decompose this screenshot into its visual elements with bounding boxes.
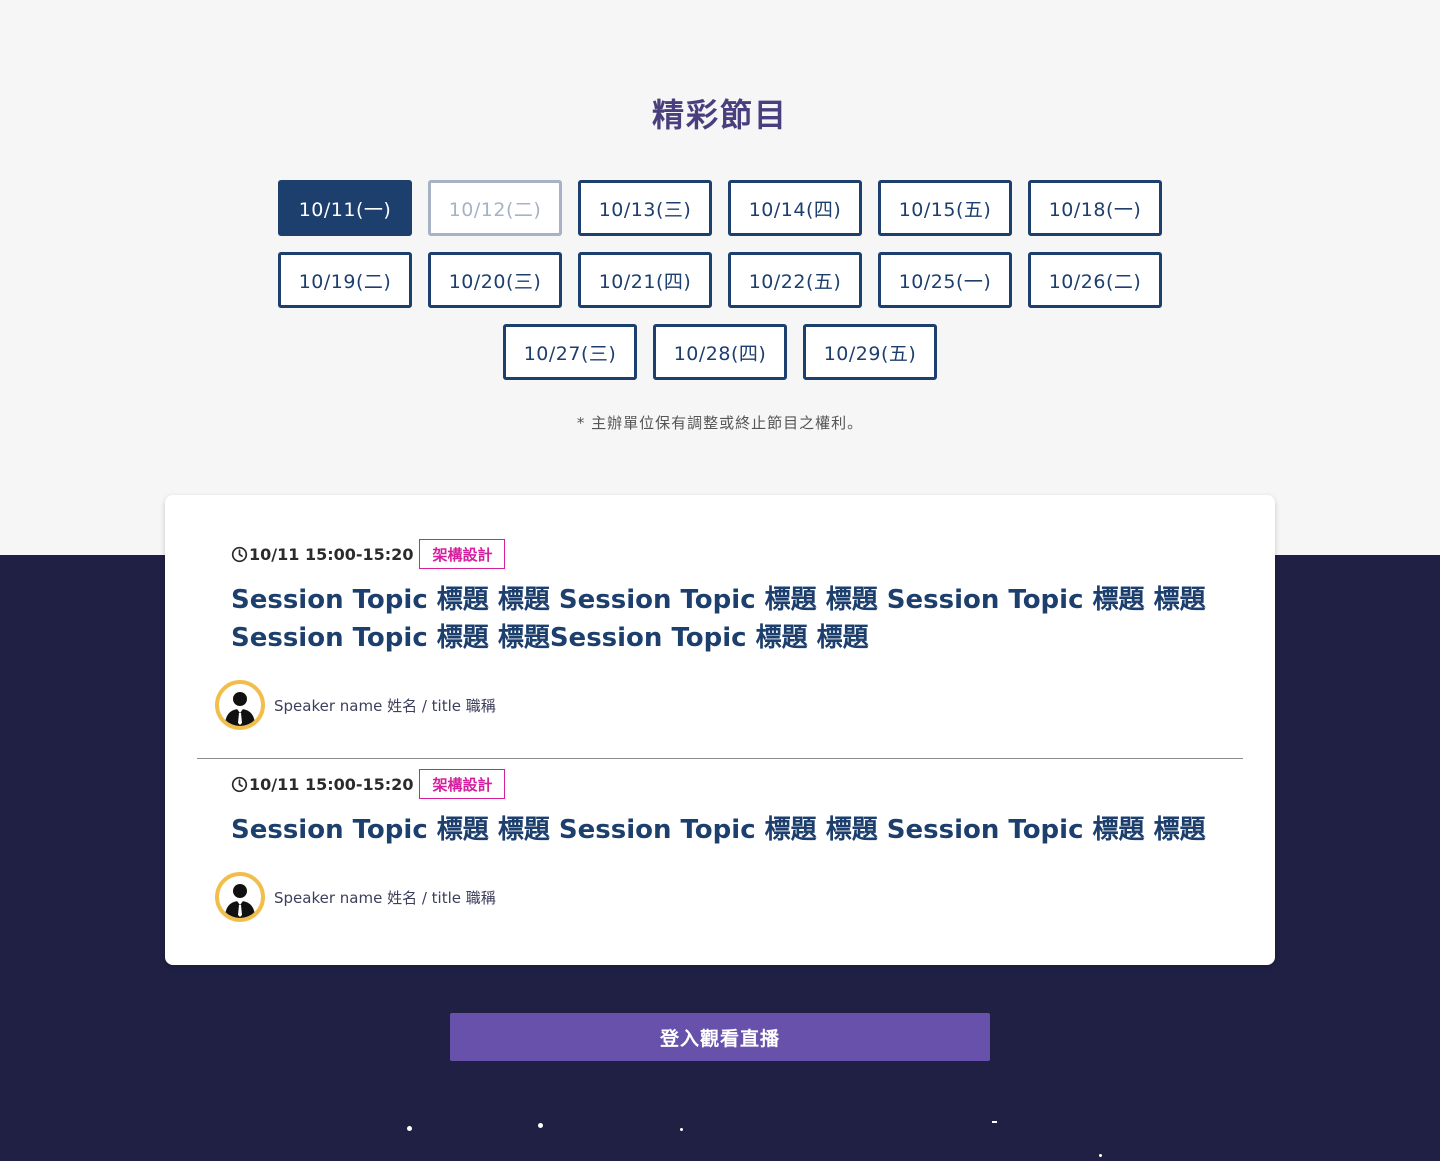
star-decoration bbox=[538, 1123, 543, 1128]
date-tabs: 10/11(一) 10/12(二) 10/13(三) 10/14(四) 10/1… bbox=[270, 180, 1170, 380]
speaker-name: Speaker name 姓名 / title 職稱 bbox=[274, 696, 496, 715]
speaker: Speaker name 姓名 / title 職稱 bbox=[215, 872, 496, 922]
date-tab[interactable]: 10/25(一) bbox=[878, 252, 1012, 308]
clock-icon bbox=[231, 776, 248, 792]
date-tab[interactable]: 10/14(四) bbox=[728, 180, 862, 236]
login-watch-live-button[interactable]: 登入觀看直播 bbox=[450, 1013, 990, 1061]
date-tab[interactable]: 10/20(三) bbox=[428, 252, 562, 308]
star-decoration bbox=[1099, 1154, 1102, 1157]
date-tab[interactable]: 10/22(五) bbox=[728, 252, 862, 308]
speaker-avatar-icon bbox=[215, 680, 265, 730]
category-tag[interactable]: 架構設計 bbox=[419, 539, 506, 569]
session-card: 10/11 15:00-15:20 架構設計 Session Topic 標題 … bbox=[165, 495, 1275, 965]
session-time: 10/11 15:00-15:20 bbox=[249, 774, 414, 794]
date-tab[interactable]: 10/11(一) bbox=[278, 180, 412, 236]
star-decoration bbox=[407, 1126, 412, 1131]
category-tag[interactable]: 架構設計 bbox=[419, 769, 506, 799]
speaker-name: Speaker name 姓名 / title 職稱 bbox=[274, 888, 496, 907]
date-tab[interactable]: 10/13(三) bbox=[578, 180, 712, 236]
session-meta: 10/11 15:00-15:20 架構設計 bbox=[231, 537, 506, 571]
speaker: Speaker name 姓名 / title 職稱 bbox=[215, 680, 496, 730]
disclaimer-note: * 主辦單位保有調整或終止節目之權利。 bbox=[576, 414, 864, 432]
date-tab[interactable]: 10/29(五) bbox=[803, 324, 937, 380]
section-title: 精彩節目 bbox=[651, 96, 788, 134]
date-tab[interactable]: 10/12(二) bbox=[428, 180, 562, 236]
divider bbox=[197, 758, 1243, 759]
star-decoration bbox=[680, 1128, 683, 1131]
date-tab[interactable]: 10/15(五) bbox=[878, 180, 1012, 236]
date-tab[interactable]: 10/26(二) bbox=[1028, 252, 1162, 308]
speaker-avatar-icon bbox=[215, 872, 265, 922]
star-decoration bbox=[992, 1121, 997, 1123]
date-tab[interactable]: 10/28(四) bbox=[653, 324, 787, 380]
date-tab[interactable]: 10/18(一) bbox=[1028, 180, 1162, 236]
session-meta: 10/11 15:00-15:20 架構設計 bbox=[231, 767, 506, 801]
date-tab[interactable]: 10/27(三) bbox=[503, 324, 637, 380]
clock-icon bbox=[231, 546, 248, 562]
session-topic[interactable]: Session Topic 標題 標題 Session Topic 標題 標題 … bbox=[231, 581, 1221, 657]
date-tab[interactable]: 10/19(二) bbox=[278, 252, 412, 308]
session-time: 10/11 15:00-15:20 bbox=[249, 544, 414, 564]
date-tab[interactable]: 10/21(四) bbox=[578, 252, 712, 308]
session-topic[interactable]: Session Topic 標題 標題 Session Topic 標題 標題 … bbox=[231, 811, 1221, 849]
